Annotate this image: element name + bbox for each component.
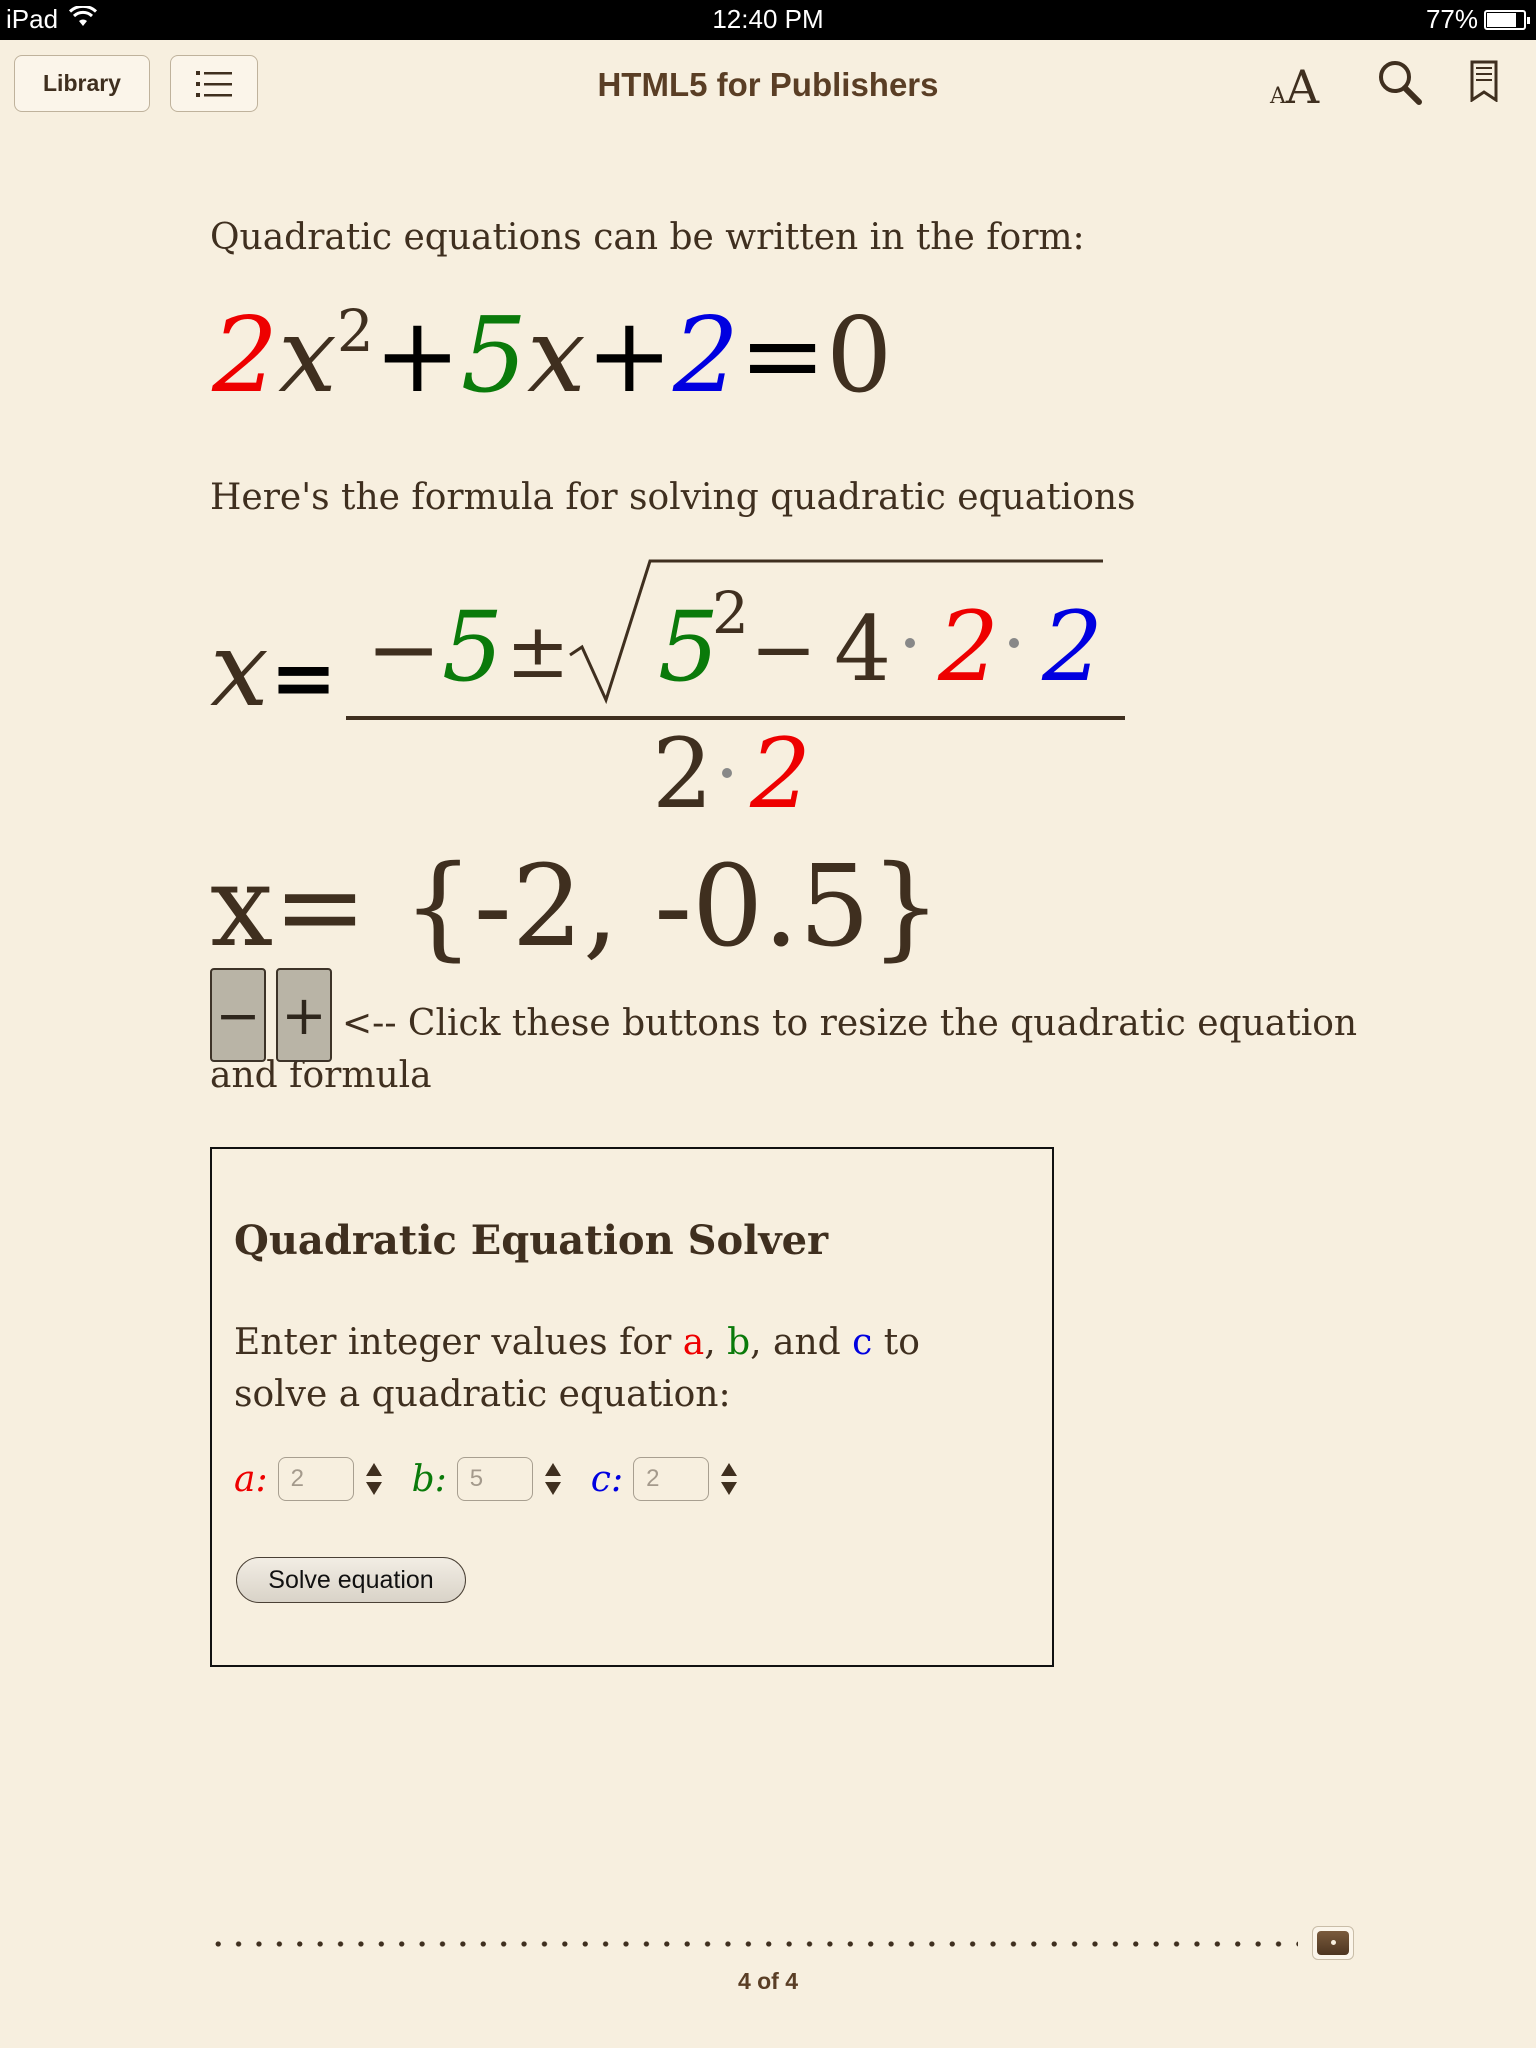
quadratic-equation: 2x2+5x+2=0 (212, 290, 892, 420)
zero: 0 (826, 294, 893, 416)
formula-four: 4 (834, 597, 891, 702)
font-size-icon: AA (1270, 60, 1320, 114)
formula-minus: − (750, 603, 817, 696)
formula-equals: = (270, 630, 337, 724)
page-scrubber[interactable] (208, 1926, 1358, 1966)
resize-instructions: <-- Click these buttons to resize the qu… (210, 1003, 1358, 1096)
result-equals: = (273, 842, 368, 972)
formula-x: x (210, 608, 269, 730)
input-c[interactable]: 2 (633, 1457, 710, 1501)
table-of-contents-button[interactable] (170, 55, 258, 112)
result-value: {-2, -0.5} (402, 842, 942, 972)
formula-b: 5 (442, 591, 503, 703)
page-indicator: 4 of 4 (737, 1968, 799, 1994)
page-dots (208, 1941, 1298, 1947)
formula-den-a: 2 (749, 718, 811, 830)
formula-neg: − (366, 597, 441, 702)
intro-text: Quadratic equations can be written in th… (210, 217, 1085, 258)
increase-size-button[interactable]: + (276, 968, 332, 1062)
reader-toolbar: Library HTML5 for Publishers AA (0, 40, 1536, 130)
result-x: x (210, 842, 274, 972)
coefficient-a: 2 (212, 294, 279, 416)
clock: 12:40 PM (712, 4, 824, 34)
stepper-a[interactable] (354, 1457, 394, 1501)
multiply-dot (1009, 638, 1019, 648)
formula-c: 2 (1041, 591, 1103, 703)
solver-description: Enter integer values for a, b, and c to … (234, 1322, 920, 1415)
page-thumb-icon (1317, 1931, 1349, 1955)
input-b[interactable]: 5 (456, 1457, 533, 1501)
plus-sign: + (585, 294, 673, 416)
search-icon (1379, 61, 1422, 105)
variable-x: x (278, 294, 337, 416)
formula-square: 2 (712, 579, 749, 647)
scrubber-thumb[interactable] (1312, 1926, 1354, 1960)
library-button[interactable]: Library (14, 55, 150, 112)
solve-equation-button[interactable]: Solve equation (236, 1557, 466, 1603)
coefficient-b: 5 (460, 294, 528, 416)
formula-b-squared: 5 (658, 591, 719, 703)
battery-percent: 77% (1425, 4, 1478, 34)
label-b: b: (411, 1458, 447, 1500)
plus-sign: + (373, 294, 461, 416)
status-bar: iPad 12:40 PM 77% (0, 0, 1536, 40)
stepper-b[interactable] (533, 1457, 573, 1501)
multiply-dot (905, 638, 915, 648)
stepper-arrows-icon (544, 1463, 561, 1495)
variable-x: x (527, 294, 586, 416)
font-size-button[interactable]: AA (1270, 60, 1319, 114)
label-a: a: (234, 1458, 268, 1500)
toc-list-icon (196, 70, 232, 97)
quadratic-solver-panel: Quadratic Equation Solver Enter integer … (210, 1147, 1054, 1667)
formula-den-two: 2 (652, 718, 713, 830)
solver-title: Quadratic Equation Solver (234, 1217, 829, 1264)
label-c: c: (590, 1458, 624, 1500)
formula-intro-text: Here's the formula for solving quadratic… (210, 477, 1136, 518)
decrease-size-button[interactable]: − (210, 968, 266, 1062)
solution-result: x= {-2, -0.5} (210, 842, 941, 972)
coefficient-inputs: a: 2 b: 5 c: 2 (234, 1457, 767, 1501)
stepper-c[interactable] (709, 1457, 749, 1501)
exponent: 2 (336, 297, 374, 365)
bookmark-icon (1470, 60, 1498, 103)
input-a[interactable]: 2 (277, 1457, 354, 1501)
stepper-arrows-icon (721, 1463, 738, 1495)
bookmark-button[interactable] (1470, 60, 1498, 106)
equals-sign: = (739, 294, 827, 416)
battery-icon (1484, 9, 1530, 30)
formula-plus-minus: ± (506, 606, 570, 695)
quadratic-formula: x = − 5 ± 5 2 − 4 2 2 2 2 (210, 555, 1130, 830)
stepper-arrows-icon (365, 1463, 382, 1495)
multiply-dot (722, 768, 732, 778)
search-button[interactable] (1378, 60, 1422, 110)
coefficient-c: 2 (672, 294, 740, 416)
formula-a: 2 (937, 591, 999, 703)
